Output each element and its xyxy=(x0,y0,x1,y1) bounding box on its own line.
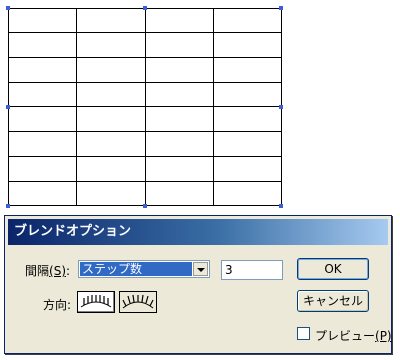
selection-handle[interactable] xyxy=(6,105,10,109)
preview-access-key: (P) xyxy=(375,329,392,343)
ok-button[interactable]: OK xyxy=(297,258,369,280)
align-to-page-icon xyxy=(80,295,112,308)
align-to-page-button[interactable] xyxy=(77,291,115,313)
blend-objects-grid[interactable] xyxy=(8,8,282,206)
spacing-select[interactable]: ステップ数 xyxy=(78,260,210,278)
selection-handle[interactable] xyxy=(279,204,283,208)
blend-options-dialog: ブレンドオプション 間隔(S): ステップ数 3 OK キャンセル 方向: プレ… xyxy=(4,215,392,354)
cancel-button[interactable]: キャンセル xyxy=(297,290,369,312)
selection-handle[interactable] xyxy=(6,6,10,10)
artboard-canvas[interactable] xyxy=(0,0,400,212)
steps-input[interactable]: 3 xyxy=(221,260,283,280)
selection-handle[interactable] xyxy=(279,105,283,109)
chevron-down-icon[interactable] xyxy=(193,262,208,276)
spacing-access-key: (S) xyxy=(49,264,66,278)
selection-handle[interactable] xyxy=(143,6,147,10)
spacing-select-value: ステップ数 xyxy=(80,262,192,276)
align-to-path-icon xyxy=(122,294,154,309)
orientation-label: 方向: xyxy=(43,298,72,312)
spacing-label: 間隔(S): xyxy=(25,264,71,278)
dialog-title[interactable]: ブレンドオプション xyxy=(8,219,388,245)
preview-checkbox[interactable] xyxy=(297,327,310,340)
selection-handle[interactable] xyxy=(143,204,147,208)
preview-label[interactable]: プレビュー(P) xyxy=(315,327,392,344)
selection-handle[interactable] xyxy=(279,6,283,10)
align-to-path-button[interactable] xyxy=(119,291,157,313)
selection-handle[interactable] xyxy=(6,204,10,208)
